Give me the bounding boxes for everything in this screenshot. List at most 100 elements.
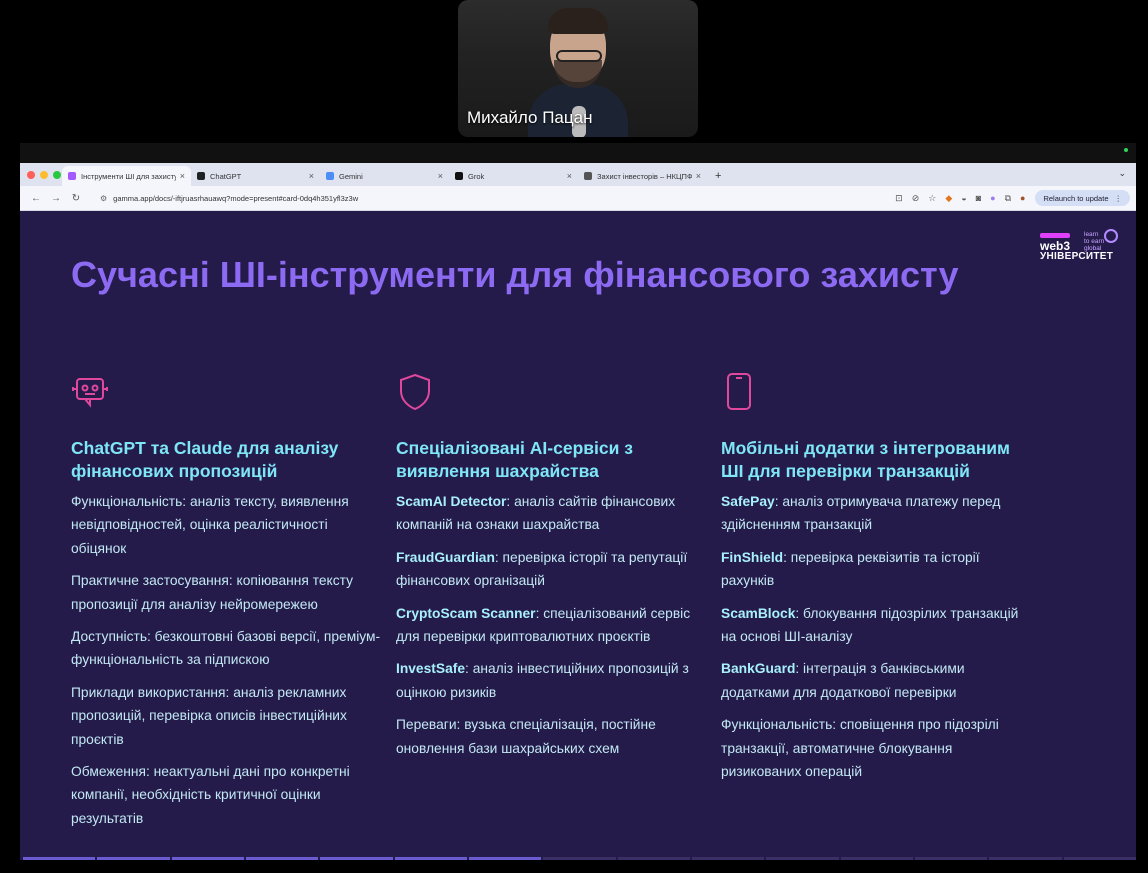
browser-toolbar: ← → ↻ ⚙ gamma.app/docs/-iftjruasrhauawq?… (20, 186, 1136, 211)
feature-text: Приклади використання: аналіз рекламних … (71, 684, 347, 747)
tab-close-icon[interactable]: × (438, 171, 443, 181)
maximize-window-button[interactable] (53, 171, 61, 179)
browser-tab[interactable]: Захист інвесторів – НКЦПФР × (578, 166, 707, 186)
site-info-icon[interactable]: ⚙ (100, 194, 107, 203)
more-menu-icon[interactable]: ⋮ (1115, 194, 1123, 203)
tool-name: ScamAI Detector (396, 494, 507, 509)
back-button[interactable]: ← (26, 193, 46, 204)
bookmark-star-icon[interactable]: ☆ (928, 193, 936, 204)
share-top-strip (20, 143, 1136, 163)
tool-name: InvestSafe (396, 661, 466, 677)
browser-window: Інструменти ШІ для захисту × ChatGPT × Gemin… (20, 163, 1136, 860)
feature-item: Приклади використання: аналіз рекламних … (71, 681, 381, 751)
new-tab-button[interactable]: + (715, 166, 721, 186)
presentation-slide: web3 УНІВЕРСИТЕТ learn to earn global Су… (20, 211, 1136, 860)
logo-university: УНІВЕРСИТЕТ (1040, 251, 1114, 262)
tool-name: ScamBlock (721, 605, 796, 621)
tool-name: BankGuard (721, 661, 796, 677)
logo-tagline: learn to earn global (1084, 231, 1105, 252)
column-chatgpt-claude: ChatGPT та Claude для аналізу фінансових… (71, 372, 381, 839)
column-heading: Спеціалізовані AI-сервіси з виявлення ша… (396, 438, 633, 481)
feature-text: Переваги: вузька спеціалізація, постійне… (396, 717, 656, 756)
tab-favicon-icon (584, 172, 592, 180)
column-heading: Мобільні додатки з інтегрованим ШІ для п… (721, 438, 1010, 481)
tab-label: Захист інвесторів – НКЦПФР (597, 171, 692, 181)
tab-favicon-icon (197, 172, 205, 180)
feature-item: Доступність: безкоштовні базові версії, … (71, 625, 381, 672)
feature-item: Функціональність: сповіщення про підозрі… (721, 713, 1031, 783)
feature-text: Функціональність: аналіз тексту, виявлен… (71, 494, 349, 556)
url-text: gamma.app/docs/-iftjruasrhauawq?mode=pre… (113, 193, 359, 203)
tab-label: ChatGPT (210, 171, 242, 181)
tab-favicon-icon (326, 172, 334, 180)
toolbar-icons: ⊡ ⊘ ☆ ◆ ◒ ◙ ● ⧉ ● (895, 193, 1025, 204)
slide-title: Сучасні ШІ-інструменти для фінансового з… (71, 254, 959, 295)
feature-item: FinShield: перевірка реквізитів та істор… (721, 546, 1031, 593)
tool-name: FraudGuardian (396, 549, 495, 565)
feature-text: Функціональність: сповіщення про підозрі… (721, 717, 999, 780)
column-heading: ChatGPT та Claude для аналізу фінансових… (71, 438, 339, 481)
feature-item: CryptoScam Scanner: спеціалізований серв… (396, 602, 706, 649)
speaker-video-tile[interactable]: Михайло Пацан (458, 0, 698, 137)
tab-close-icon[interactable]: × (696, 171, 701, 181)
tab-label: Інструменти ШІ для захисту (81, 171, 176, 181)
feature-item: Практичне застосування: копіювання текст… (71, 569, 381, 616)
tab-search-icon[interactable]: ⌄ (1118, 168, 1126, 179)
browser-tab[interactable]: ChatGPT × (191, 166, 320, 186)
tool-name: CryptoScam Scanner (396, 605, 536, 621)
extensions-puzzle-icon[interactable]: ⧉ (1005, 193, 1011, 204)
globe-icon (1104, 229, 1118, 243)
tab-bar: Інструменти ШІ для захисту × ChatGPT × Gemin… (20, 163, 1136, 186)
window-controls (27, 171, 61, 179)
relaunch-label: Relaunch to update (1043, 193, 1109, 203)
speaker-name: Михайло Пацан (467, 108, 593, 127)
profile-avatar-icon[interactable]: ● (1020, 193, 1025, 203)
tab-favicon-icon (455, 172, 463, 180)
hide-icon[interactable]: ⊘ (912, 193, 920, 204)
tool-name: SafePay (721, 494, 775, 509)
feature-item: ScamAI Detector: аналіз сайтів фінансови… (396, 490, 706, 537)
browser-tab[interactable]: Grok × (449, 166, 578, 186)
extension-icon[interactable]: ◙ (976, 193, 981, 203)
column-ai-services: Спеціалізовані AI-сервіси з виявлення ша… (396, 372, 706, 769)
tab-label: Grok (468, 171, 485, 181)
feature-item: Переваги: вузька спеціалізація, постійне… (396, 713, 706, 760)
feature-item: SafePay: аналіз отримувача платежу перед… (721, 490, 1031, 537)
close-window-button[interactable] (27, 171, 35, 179)
shield-icon (400, 373, 430, 411)
browser-tab[interactable]: Інструменти ШІ для захисту × (62, 166, 191, 186)
web3-university-logo: web3 УНІВЕРСИТЕТ learn to earn global (1040, 227, 1120, 271)
chatbot-icon (72, 378, 108, 408)
feature-text: Обмеження: неактуальні дані про конкретн… (71, 764, 350, 826)
install-app-icon[interactable]: ⊡ (895, 193, 903, 204)
smartphone-icon (727, 373, 751, 410)
feature-item: ScamBlock: блокування підозрілих транзак… (721, 602, 1031, 649)
feature-item: Обмеження: неактуальні дані про конкретн… (71, 760, 381, 830)
address-bar[interactable]: ⚙ gamma.app/docs/-iftjruasrhauawq?mode=p… (92, 189, 887, 207)
reload-button[interactable]: ↻ (66, 193, 86, 204)
tab-close-icon[interactable]: × (180, 171, 185, 181)
tab-close-icon[interactable]: × (567, 171, 572, 181)
metamask-extension-icon[interactable]: ◆ (945, 193, 952, 204)
feature-item: Функціональність: аналіз тексту, виявлен… (71, 490, 381, 560)
tool-name: FinShield (721, 549, 784, 565)
extension-icon[interactable]: ◒ (961, 193, 966, 203)
forward-button[interactable]: → (46, 193, 66, 204)
screen-bottom (0, 860, 1148, 873)
browser-tab[interactable]: Gemini × (320, 166, 449, 186)
tab-label: Gemini (339, 171, 363, 181)
relaunch-button[interactable]: Relaunch to update ⋮ (1035, 190, 1130, 206)
tab-favicon-icon (68, 172, 76, 180)
feature-item: FraudGuardian: перевірка історії та репу… (396, 546, 706, 593)
feature-item: InvestSafe: аналіз інвестиційних пропози… (396, 657, 706, 704)
column-mobile-apps: Мобільні додатки з інтегрованим ШІ для п… (721, 372, 1031, 792)
feature-text: Практичне застосування: копіювання текст… (71, 573, 353, 612)
minimize-window-button[interactable] (40, 171, 48, 179)
extension-icon[interactable]: ● (990, 193, 995, 203)
tab-strip: Інструменти ШІ для захисту × ChatGPT × Gemin… (62, 166, 721, 186)
feature-text: Доступність: безкоштовні базові версії, … (71, 629, 381, 668)
screen: Михайло Пацан Інструменти ШІ для захисту… (0, 0, 1148, 873)
sharing-indicator-icon (1124, 148, 1128, 152)
feature-item: BankGuard: інтеграція з банківськими дод… (721, 657, 1031, 704)
tab-close-icon[interactable]: × (309, 171, 314, 181)
